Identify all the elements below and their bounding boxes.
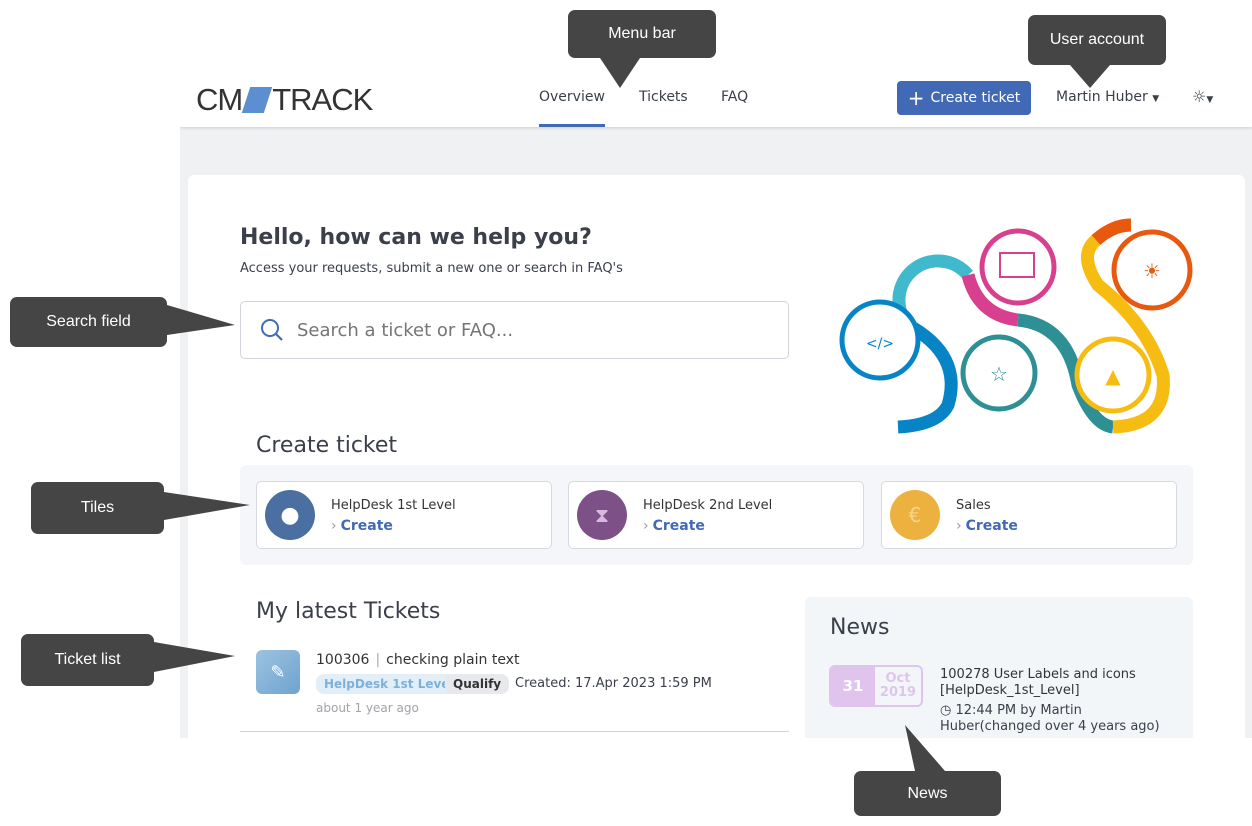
user-account-menu[interactable]: Martin Huber ▼: [1056, 89, 1159, 105]
tile-sales[interactable]: € Sales › Create: [881, 481, 1177, 549]
callout-ticket-list: Ticket list: [21, 634, 154, 686]
app: CM TRACK Overview Tickets FAQ + Create tic…: [180, 70, 1252, 738]
nav-overview[interactable]: Overview: [539, 89, 605, 127]
clock-icon: ◷: [940, 703, 956, 718]
search-icon: [261, 319, 283, 341]
nav-tickets[interactable]: Tickets: [639, 89, 688, 105]
hourglass-icon: ⧗: [577, 490, 627, 540]
svg-text:</>: </>: [866, 336, 894, 352]
tile-helpdesk-2nd[interactable]: ⧗ HelpDesk 2nd Level › Create: [568, 481, 864, 549]
tile-create-link[interactable]: › Create: [331, 518, 393, 534]
calendar-icon: 31 Oct 2019: [829, 665, 923, 707]
status-badge: Qualify: [445, 674, 510, 694]
create-ticket-button[interactable]: + Create ticket: [897, 81, 1031, 115]
category-badge: HelpDesk 1st Level: [316, 674, 462, 694]
page-title: Hello, how can we help you?: [240, 225, 592, 250]
latest-tickets-heading: My latest Tickets: [256, 599, 441, 624]
svg-text:☆: ☆: [990, 362, 1008, 386]
create-ticket-heading: Create ticket: [256, 433, 398, 458]
callout-user-account: User account: [1028, 15, 1166, 65]
plus-icon: +: [907, 86, 925, 110]
tile-helpdesk-1st[interactable]: ● HelpDesk 1st Level › Create: [256, 481, 552, 549]
lightbulb-icon: ●: [265, 490, 315, 540]
ticket-age: about 1 year ago: [316, 701, 419, 715]
tile-create-link[interactable]: › Create: [956, 518, 1018, 534]
callout-search-field: Search field: [10, 297, 167, 347]
ticket-title[interactable]: 100306 | checking plain text: [316, 652, 519, 668]
sun-icon: ☼: [1192, 87, 1207, 106]
callout-menu-bar: Menu bar: [568, 10, 716, 58]
tiles: ● HelpDesk 1st Level › Create ⧗ HelpDesk …: [240, 465, 1193, 565]
news-title[interactable]: 100278 User Labels and icons [HelpDesk_1…: [940, 667, 1170, 699]
callout-tiles: Tiles: [31, 482, 164, 534]
search-input[interactable]: [297, 319, 757, 341]
news-meta: ◷ 12:44 PM by Martin Huber(changed over …: [940, 703, 1160, 734]
caret-down-icon: ▼: [1152, 94, 1160, 104]
theme-toggle[interactable]: ☼▼: [1192, 87, 1213, 106]
svg-text:▲: ▲: [1105, 364, 1121, 388]
ticket-category-icon: ✎: [256, 650, 300, 694]
menu-bar: CM TRACK Overview Tickets FAQ + Create tic…: [180, 70, 1252, 127]
svg-text:☀: ☀: [1143, 259, 1161, 283]
callout-news: News: [854, 771, 1001, 816]
euro-document-icon: €: [890, 490, 940, 540]
news-heading: News: [830, 615, 890, 640]
news-panel: News 31 Oct 2019 100278 User Labels and i…: [805, 597, 1193, 738]
hero-illustration: </> ☆ ▲ ☀: [839, 218, 1193, 434]
ticket-created: Created: 17.Apr 2023 1:59 PM: [515, 676, 712, 691]
search-field[interactable]: [240, 301, 789, 359]
tile-create-link[interactable]: › Create: [643, 518, 705, 534]
logo[interactable]: CM TRACK: [196, 82, 373, 118]
main-card: Hello, how can we help you? Access your …: [188, 175, 1245, 738]
page-subtitle: Access your requests, submit a new one o…: [240, 261, 623, 276]
divider: [240, 731, 789, 732]
nav-faq[interactable]: FAQ: [721, 89, 748, 105]
caret-down-icon: ▼: [1206, 95, 1214, 105]
